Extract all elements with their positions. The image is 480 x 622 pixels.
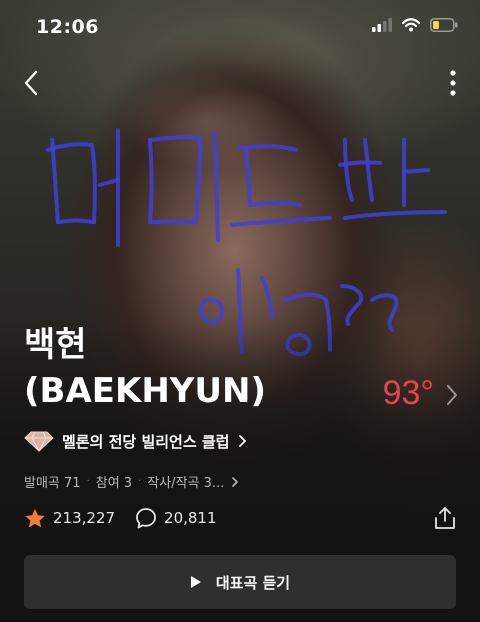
- separator-dot: ·: [138, 476, 142, 487]
- participation-count: 참여 3: [95, 476, 133, 491]
- more-vertical-icon: [450, 70, 456, 96]
- play-top-songs-button[interactable]: 대표곡 듣기: [24, 555, 456, 609]
- play-button-label: 대표곡 듣기: [215, 573, 291, 592]
- play-icon: [190, 576, 201, 588]
- chevron-right-icon: [239, 435, 247, 447]
- chevron-right-icon[interactable]: [444, 384, 460, 406]
- battery-icon: [430, 18, 458, 32]
- fan-temperature[interactable]: 93°: [383, 374, 434, 413]
- artist-name-english: (BAEKHYUN): [24, 371, 267, 411]
- artist-name: 백현 (BAEKHYUN): [24, 322, 266, 414]
- comment-icon: [136, 508, 156, 529]
- wifi-icon: [402, 18, 420, 32]
- more-options-button[interactable]: [438, 66, 468, 100]
- like-stat[interactable]: 213,227: [24, 508, 115, 529]
- stats-row: 213,227 20,811: [24, 507, 237, 529]
- star-icon: [25, 508, 45, 527]
- separator-dot: ·: [86, 476, 90, 487]
- artist-meta-link[interactable]: 발매곡 71 · 참여 3 · 작사/작곡 3...: [24, 472, 240, 491]
- back-button[interactable]: [14, 66, 48, 100]
- hall-of-fame-label: 멜론의 전당 빌리언스 클럽: [62, 432, 230, 451]
- signal-icon: [372, 18, 392, 32]
- diamond-icon: [24, 431, 54, 452]
- chevron-left-icon: [24, 70, 38, 96]
- comment-stat[interactable]: 20,811: [135, 507, 217, 529]
- share-icon[interactable]: [432, 505, 458, 531]
- status-icons: [372, 18, 458, 32]
- artist-name-korean: 백현: [24, 325, 87, 365]
- comment-count: 20,811: [164, 509, 217, 527]
- release-count: 발매곡 71: [24, 476, 81, 491]
- credits-count: 작사/작곡 3...: [147, 476, 225, 491]
- like-count: 213,227: [53, 509, 116, 527]
- status-bar: 12:06: [0, 0, 480, 56]
- chevron-right-icon: [232, 476, 239, 487]
- hall-of-fame-link[interactable]: 멜론의 전당 빌리언스 클럽: [24, 430, 247, 452]
- status-time: 12:06: [36, 16, 99, 38]
